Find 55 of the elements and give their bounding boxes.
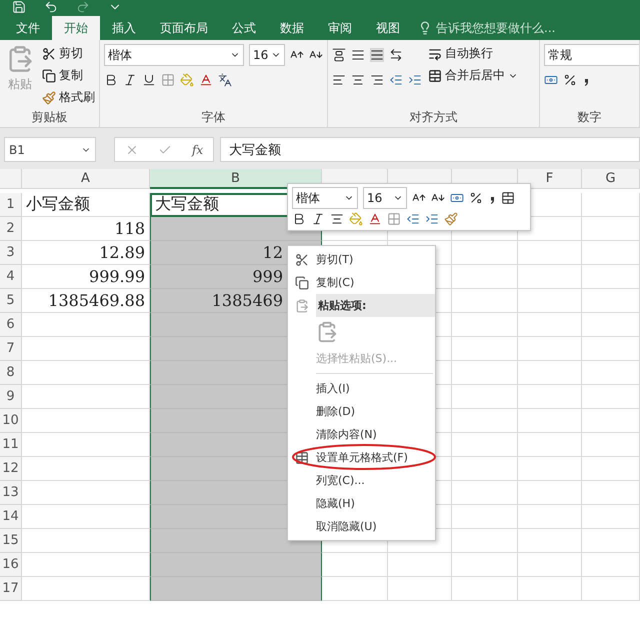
font-name-field[interactable]: 楷体 <box>292 187 358 209</box>
cut-button[interactable]: 剪切 <box>40 44 97 63</box>
group-label: 数字 <box>576 109 602 126</box>
row-header[interactable]: 12 <box>0 457 22 481</box>
column-header[interactable]: F <box>518 169 582 189</box>
row-header[interactable]: 7 <box>0 337 22 361</box>
font-size-field[interactable]: 16 <box>249 44 285 66</box>
row-header[interactable]: 5 <box>0 289 22 313</box>
group-label: 对齐方式 <box>408 109 458 126</box>
tell-me-field[interactable]: 告诉我您想要做什么... <box>418 16 556 40</box>
menu-item[interactable]: 隐藏(H) <box>316 496 355 511</box>
ribbon-tab[interactable]: 公式 <box>220 16 268 40</box>
column-header[interactable]: A <box>22 169 150 189</box>
menu-item[interactable]: 列宽(C)... <box>316 473 365 488</box>
format-painter-button[interactable]: 格式刷 <box>40 88 97 107</box>
number-format-field[interactable]: 常规 <box>544 44 639 66</box>
row-header[interactable]: 1 <box>0 193 22 217</box>
formula-field[interactable]: 大写金额 <box>220 137 640 162</box>
row-header[interactable]: 16 <box>0 553 22 577</box>
table-cell: 小写金额 <box>22 193 150 217</box>
ribbon-tab[interactable]: 文件 <box>4 16 52 40</box>
merge-center-button[interactable]: 合并后居中 <box>426 66 520 85</box>
row-header[interactable]: 6 <box>0 313 22 337</box>
copy-button[interactable]: 复制 <box>40 66 97 85</box>
group-label: 剪贴板 <box>30 109 68 126</box>
wrap-text-button[interactable]: 自动换行 <box>426 44 520 63</box>
menu-item[interactable]: 删除(D) <box>316 404 356 419</box>
row-header[interactable]: 4 <box>0 265 22 289</box>
ribbon-tab[interactable]: 数据 <box>268 16 316 40</box>
font-name-field[interactable]: 楷体 <box>104 44 244 66</box>
name-box[interactable]: B1 <box>4 137 96 162</box>
ribbon-tab[interactable]: 视图 <box>364 16 412 40</box>
row-header[interactable]: 14 <box>0 505 22 529</box>
row-header[interactable]: 11 <box>0 433 22 457</box>
menu-item[interactable]: 插入(I) <box>316 381 350 396</box>
column-header[interactable]: G <box>582 169 640 189</box>
row-header[interactable]: 15 <box>0 529 22 553</box>
row-header[interactable]: 13 <box>0 481 22 505</box>
ribbon-tab[interactable]: 插入 <box>100 16 148 40</box>
menu-section-header: 粘贴选项: <box>316 294 435 317</box>
row-header[interactable]: 3 <box>0 241 22 265</box>
row-header[interactable]: 10 <box>0 409 22 433</box>
row-header[interactable]: 2 <box>0 217 22 241</box>
row-header[interactable]: 8 <box>0 361 22 385</box>
ribbon-tab[interactable]: 审阅 <box>316 16 364 40</box>
menu-item[interactable]: 清除内容(N) <box>316 427 377 442</box>
ribbon-tab[interactable]: 开始 <box>52 16 100 40</box>
column-header[interactable]: B <box>150 169 322 189</box>
menu-item[interactable]: 取消隐藏(U) <box>316 519 377 534</box>
font-size-field[interactable]: 16 <box>363 187 407 209</box>
function-label: fx <box>192 142 204 156</box>
ribbon-tab[interactable]: 页面布局 <box>148 16 220 40</box>
row-header[interactable]: 17 <box>0 577 22 601</box>
group-label: 字体 <box>200 109 226 126</box>
row-header[interactable]: 9 <box>0 385 22 409</box>
